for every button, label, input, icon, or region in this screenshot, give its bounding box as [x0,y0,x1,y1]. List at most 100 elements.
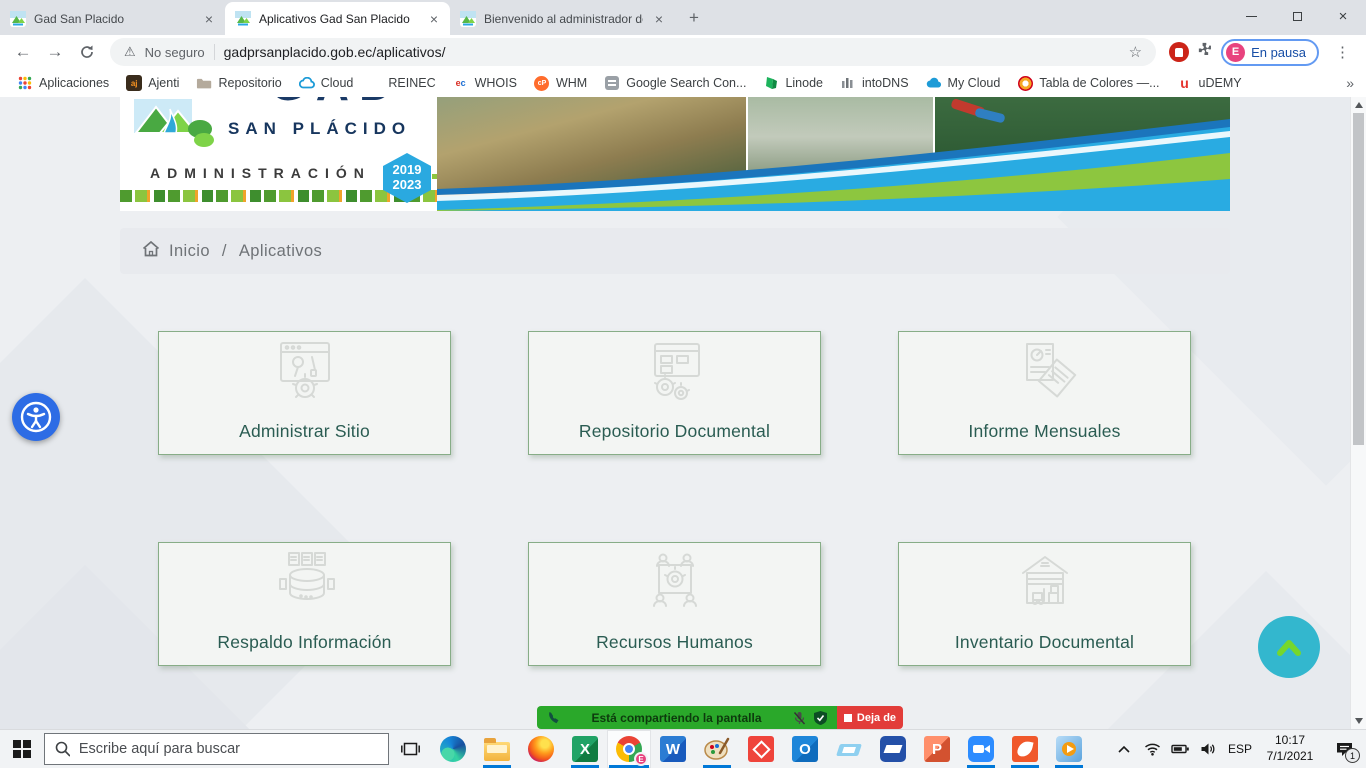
bookmark-linode[interactable]: Linode [758,73,828,93]
tab-aplicativos[interactable]: Aplicativos Gad San Placido × [225,2,450,35]
taskbar-chrome-button[interactable]: E [607,730,651,768]
reload-button[interactable] [72,38,102,66]
bookmark-cloud[interactable]: Cloud [294,73,359,93]
taskbar-explorer-button[interactable] [475,730,519,768]
browser-menu-icon[interactable]: ⋮ [1335,43,1350,61]
home-icon[interactable] [142,241,160,262]
taskbar-paint-button[interactable] [695,730,739,768]
stop-sharing-label: Deja de [857,712,896,724]
taskbar-clock[interactable]: 10:17 7/1/2021 [1258,733,1322,764]
udemy-icon: u [1177,75,1193,91]
bookmark-reinec[interactable]: REINEC [383,74,440,92]
taskbar-camscanner-button[interactable] [871,730,915,768]
window-minimize-button[interactable] [1228,0,1274,33]
tab-close-icon[interactable]: × [426,11,442,27]
taskbar-zoom-button[interactable] [959,730,1003,768]
outlook-icon [792,736,818,762]
bookmark-whm[interactable]: cPWHM [529,73,592,93]
hand-icon [1175,48,1183,57]
tab-administrador[interactable]: Bienvenido al administrador de I × [450,2,675,35]
page-scrollbar[interactable] [1350,97,1366,729]
bookmark-star-icon[interactable]: ☆ [1129,43,1142,61]
site-tools-icon [265,340,345,404]
accessibility-widget-button[interactable] [12,393,60,441]
battery-icon[interactable] [1166,730,1194,768]
taskbar-powerpoint-button[interactable] [915,730,959,768]
url-text[interactable]: gadprsanplacido.gob.ec/aplicativos/ [224,44,446,60]
brand-acronym-clipped: GAD [270,97,460,112]
taskbar-word-button[interactable] [651,730,695,768]
new-tab-button[interactable]: + [681,5,707,31]
card-inventario-documental[interactable]: Inventario Documental [898,542,1191,666]
tray-chevron-up-icon[interactable] [1110,730,1138,768]
taskbar-search-box[interactable] [44,733,389,765]
stop-sharing-button[interactable]: Deja de [837,706,903,729]
language-indicator[interactable]: ESP [1222,742,1258,756]
bookmark-ajenti[interactable]: ajAjenti [121,73,184,93]
not-secure-warning-icon[interactable]: ⚠ [124,44,136,60]
taskbar-nitro-button[interactable] [1003,730,1047,768]
mic-muted-icon [793,711,806,725]
taskbar-excel-button[interactable] [563,730,607,768]
tab-close-icon[interactable]: × [201,11,217,27]
wave-swoosh-graphic [437,97,1230,211]
bookmark-aplicaciones[interactable]: Aplicaciones [12,73,114,93]
tab-gad-san-placido[interactable]: Gad San Placido × [0,2,225,35]
scrollbar-down-arrow[interactable] [1355,718,1363,724]
card-label: Recursos Humanos [529,632,820,653]
brand-subtitle: ADMINISTRACIÓN [150,165,371,181]
bookmark-repositorio[interactable]: Repositorio [191,73,286,93]
bookmark-udemy[interactable]: uuDEMY [1172,73,1247,93]
bookmarks-overflow-icon[interactable]: » [1346,75,1354,91]
taskbar-anydesk-button[interactable] [739,730,783,768]
brand-name: SAN PLÁCIDO [228,119,411,139]
taskbar-firefox-button[interactable] [519,730,563,768]
scroll-to-top-button[interactable] [1258,616,1320,678]
taskbar-scanner-button[interactable] [827,730,871,768]
card-administrar-sitio[interactable]: Administrar Sitio [158,331,451,455]
bookmark-whois[interactable]: ecWHOIS [448,73,522,93]
share-status-area: Está compartiendo la pantalla [537,706,837,729]
site-favicon [235,11,251,27]
taskbar-pinned-apps: E [431,730,1091,768]
excel-icon [572,736,598,762]
color-wheel-icon [1017,75,1033,91]
breadcrumb-home-link[interactable]: Inicio [169,242,210,261]
stop-icon [844,714,852,722]
window-close-button[interactable]: × [1320,0,1366,33]
scrollbar-thumb[interactable] [1353,113,1364,445]
card-repositorio-documental[interactable]: Repositorio Documental [528,331,821,455]
search-input[interactable] [79,741,378,757]
card-recursos-humanos[interactable]: Recursos Humanos [528,542,821,666]
firefox-icon [528,736,554,762]
tab-close-icon[interactable]: × [651,11,667,27]
speaker-icon[interactable] [1194,730,1222,768]
taskbar-mediaplayer-button[interactable] [1047,730,1091,768]
task-view-button[interactable] [389,730,431,768]
bookmark-search-console[interactable]: Google Search Con... [599,73,751,93]
window-restore-button[interactable] [1274,0,1320,33]
chevron-up-icon [1272,636,1306,658]
edge-icon [440,736,466,762]
address-bar[interactable]: ⚠ No seguro gadprsanplacido.gob.ec/aplic… [110,38,1156,66]
security-label[interactable]: No seguro [145,45,205,60]
scrollbar-up-arrow[interactable] [1355,102,1363,108]
bookmark-my-cloud[interactable]: My Cloud [921,73,1006,93]
address-divider [214,44,215,60]
card-respaldo-informacion[interactable]: Respaldo Información [158,542,451,666]
adblocker-extension-icon[interactable] [1169,42,1189,62]
taskbar-edge-button[interactable] [431,730,475,768]
desktop-screen: Gad San Placido × Aplicativos Gad San Pl… [0,0,1366,768]
forward-button[interactable]: → [40,38,70,66]
wifi-icon[interactable] [1138,730,1166,768]
action-center-button[interactable]: 1 [1322,730,1366,768]
profile-chip[interactable]: E En pausa [1221,39,1319,66]
taskbar-outlook-button[interactable] [783,730,827,768]
bookmark-tabla-colores[interactable]: Tabla de Colores —... [1012,73,1164,93]
bookmark-intodns[interactable]: intoDNS [835,73,914,93]
start-button[interactable] [0,730,44,768]
card-informe-mensuales[interactable]: Informe Mensuales [898,331,1191,455]
back-button[interactable]: ← [8,38,38,66]
extensions-puzzle-icon[interactable] [1196,41,1213,63]
people-gear-icon [635,551,715,615]
